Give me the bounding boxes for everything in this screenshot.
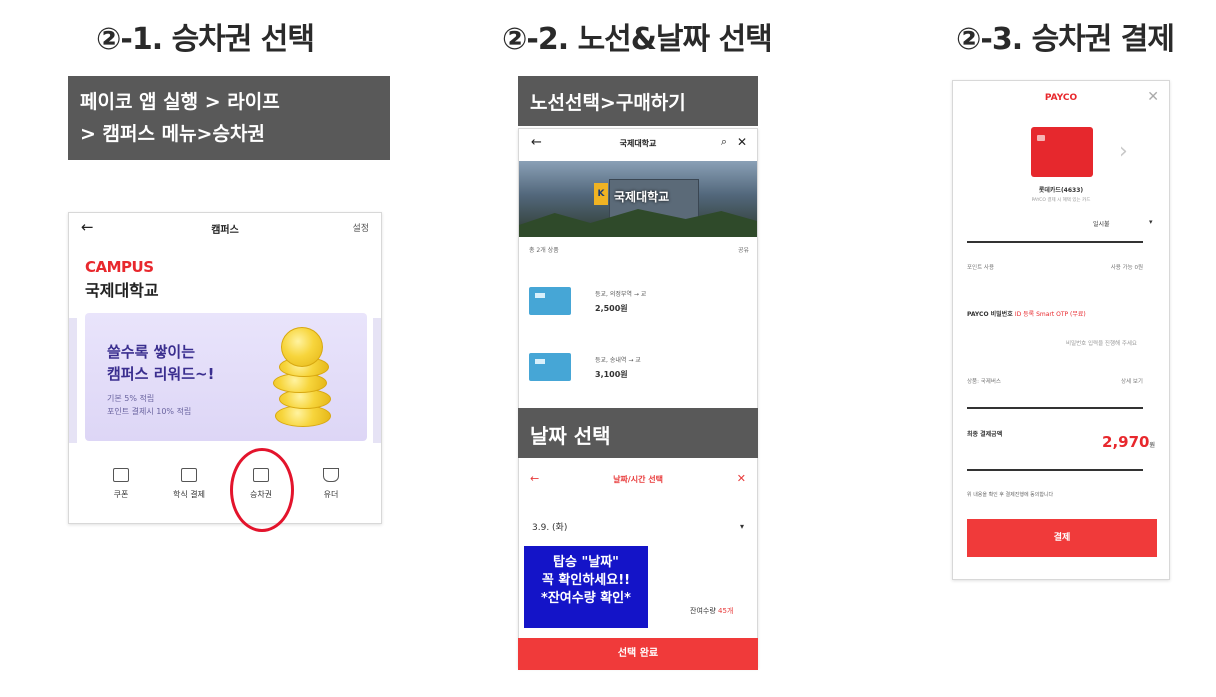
product-count-row: 총 2개 상품 공유 [529, 245, 749, 254]
quick-menu: 쿠폰 학식 결제 승차권 유더 [69, 456, 381, 516]
password-input[interactable]: 비밀번호 입력을 진행해 주세요 [967, 333, 1143, 351]
date-value: 3.9. (화) [532, 523, 568, 533]
step-1-title: ②-1. 승차권 선택 [96, 22, 315, 57]
menu-label: 학식 결제 [173, 490, 205, 499]
caption-line-2: > 캠퍼스 메뉴>승차권 [80, 123, 265, 145]
meal-icon [181, 468, 197, 482]
menu-coupon[interactable]: 쿠폰 [91, 468, 151, 500]
caption-line-1: 페이코 앱 실행 > 라이프 [80, 91, 280, 113]
note-line-1: 탑승 "날짜" [553, 555, 619, 570]
cup-icon [323, 468, 339, 482]
ticket-item[interactable]: 등교, 의정부역 → 교 2,500원 [529, 279, 749, 329]
banner-peek-right [373, 318, 381, 443]
point-use-button[interactable]: 포인트 사용 [967, 265, 994, 271]
step-3-title: ②-3. 승차권 결제 [956, 22, 1175, 57]
date-dropdown[interactable]: 3.9. (화) ▾ [532, 520, 744, 542]
product-info: 상품: 국제버스 [967, 379, 1001, 385]
ticket-price: 2,500원 [595, 304, 628, 313]
step-2-title: ②-2. 노선&날짜 선택 [502, 22, 773, 57]
installment-value: 일시불 [1093, 221, 1110, 228]
settings-button[interactable]: 설정 [352, 221, 369, 234]
installment-select[interactable]: 일시불 ▾ [1093, 218, 1153, 228]
product-info-row: 상품: 국제버스 상세 보기 [967, 377, 1143, 385]
payco-payment-screen: PAYCO ✕ › 롯데카드(4633) PAYCO 결제 시 혜택 있는 카드… [952, 80, 1170, 580]
top-bar: ← 캠퍼스 설정 [69, 213, 381, 243]
banner-headline-1: 쓸수록 쌓이는 [107, 343, 196, 361]
step-2-caption-route: 노선선택>구매하기 [518, 76, 758, 126]
date-header: ← 날짜/시간 선택 ✕ [518, 460, 758, 500]
menu-label: 쿠폰 [113, 490, 129, 499]
campus-logo: CAMPUS [85, 258, 154, 276]
card-name: 롯데카드(4633) [1038, 187, 1084, 194]
remaining-label: 잔여수량 [690, 607, 716, 615]
close-icon[interactable]: ✕ [737, 472, 746, 485]
top-bar: PAYCO ✕ [953, 81, 1169, 111]
search-icon[interactable]: ⌕ [721, 135, 727, 149]
ticket-name: 등교, 의정부역 → 교 [595, 291, 647, 298]
chevron-down-icon: ▾ [1149, 218, 1153, 226]
hero-school-name: 국제대학교 [614, 190, 670, 204]
ticket-price: 3,100원 [595, 370, 628, 379]
divider [967, 469, 1143, 471]
total-amount: 2,970원 [1102, 433, 1155, 451]
point-row: 포인트 사용 사용 가능 0원 [967, 263, 1143, 271]
menu-label: 유더 [323, 490, 339, 499]
ticket-thumbnail [529, 353, 571, 381]
banner-detail-2: 포인트 결제시 10% 적립 [107, 407, 192, 416]
banner-peek-left [69, 318, 77, 443]
coupon-icon [113, 468, 129, 482]
agreement-text: 위 내용을 확인 후 결제진행에 동의합니다 [967, 492, 1054, 498]
password-label-text: PAYCO 비밀번호 [967, 311, 1013, 318]
banner-headline-2: 캠퍼스 리워드~! [107, 365, 215, 383]
product-count: 총 2개 상품 [529, 247, 559, 254]
coin-icon [281, 327, 323, 367]
close-icon[interactable]: ✕ [737, 135, 747, 149]
menu-meal[interactable]: 학식 결제 [159, 468, 219, 500]
remaining-quantity: 잔여수량 45개 [690, 606, 733, 616]
school-emblem: K [594, 183, 608, 205]
screen-title: 캠퍼스 [211, 225, 239, 236]
step-2-caption-date: 날짜 선택 [518, 408, 758, 458]
banner-detail-1: 기본 5% 적립 [107, 394, 155, 403]
menu-cup[interactable]: 유더 [301, 468, 361, 500]
close-icon[interactable]: ✕ [1147, 89, 1159, 105]
select-complete-button[interactable]: 선택 완료 [518, 638, 758, 670]
top-bar: ← 국제대학교 ⌕ ✕ [519, 129, 757, 159]
point-available: 사용 가능 0원 [1110, 265, 1143, 271]
reward-banner[interactable]: 쓸수록 쌓이는 캠퍼스 리워드~! 기본 5% 적립 포인트 결제시 10% 적… [85, 313, 367, 441]
date-check-note: 탑승 "날짜" 꼭 확인하세요!! *잔여수량 확인* [524, 546, 648, 628]
divider [967, 241, 1143, 243]
ticket-name: 등교, 송내역 → 교 [595, 357, 641, 364]
chevron-down-icon: ▾ [739, 522, 744, 531]
campus-hero-image: K 국제대학교 [519, 161, 757, 237]
step-1-caption: 페이코 앱 실행 > 라이프 > 캠퍼스 메뉴>승차권 [68, 76, 390, 160]
total-label: 최종 결제금액 [967, 431, 1003, 438]
note-line-3: *잔여수량 확인* [541, 591, 631, 606]
note-line-2: 꼭 확인하세요!! [541, 573, 631, 588]
total-amount-value: 2,970 [1102, 433, 1150, 451]
details-link[interactable]: 상세 보기 [1121, 377, 1143, 385]
credit-card-image[interactable] [1031, 127, 1093, 177]
ticket-thumbnail [529, 287, 571, 315]
school-name: 국제대학교 [85, 281, 159, 300]
ticket-item[interactable]: 등교, 송내역 → 교 3,100원 [529, 345, 749, 395]
password-label: PAYCO 비밀번호 ID 등록 Smart OTP (무료) [967, 309, 1086, 318]
payco-logo: PAYCO [1044, 93, 1078, 103]
card-description: PAYCO 결제 시 혜택 있는 카드 [1031, 198, 1091, 203]
chevron-right-icon[interactable]: › [1119, 139, 1128, 164]
remaining-value: 45개 [718, 607, 734, 615]
total-amount-unit: 원 [1149, 442, 1155, 449]
campus-phone-screen: ← 캠퍼스 설정 CAMPUS 국제대학교 쓸수록 쌓이는 캠퍼스 리워드~! … [68, 212, 382, 524]
pay-button[interactable]: 결제 [967, 519, 1157, 557]
date-title: 날짜/시간 선택 [613, 475, 663, 484]
highlight-circle [230, 448, 294, 532]
divider [967, 407, 1143, 409]
otp-register-link[interactable]: ID 등록 Smart OTP (무료) [1015, 311, 1086, 318]
share-button[interactable]: 공유 [738, 245, 749, 254]
